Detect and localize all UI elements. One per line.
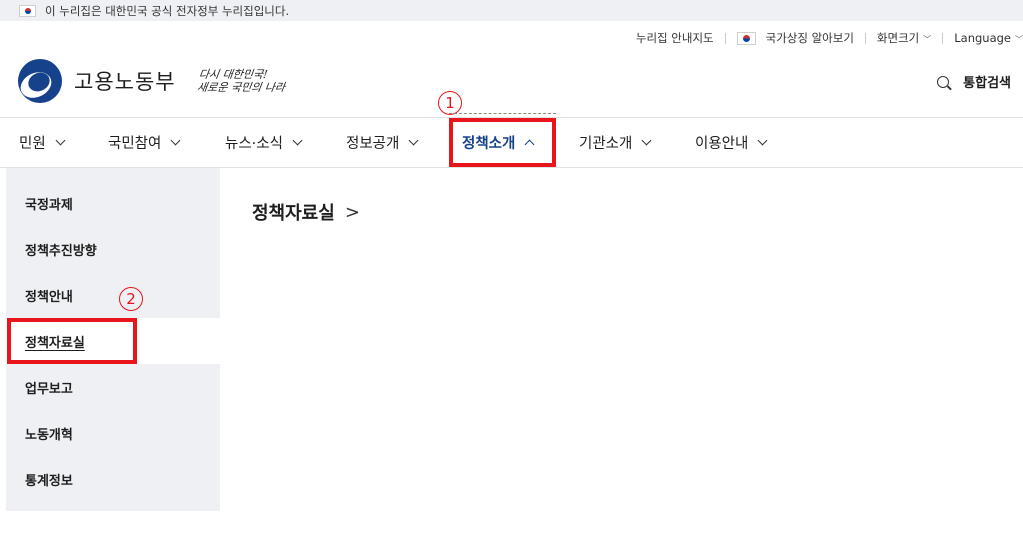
korean-flag-icon (736, 31, 756, 45)
side-item-policy-archive[interactable]: 정책자료실 (6, 318, 220, 364)
language-button[interactable]: Language ﹀ (954, 31, 1023, 45)
gnb-item-label: 국민참여 (108, 136, 162, 152)
gnb-item-participation[interactable]: 국민참여 (108, 118, 181, 167)
page-title[interactable]: 정책자료실 > (252, 199, 360, 225)
chevron-right-icon: > (344, 201, 360, 223)
chevron-down-icon: ﹀ (1015, 35, 1023, 44)
government-emblem-icon (18, 59, 62, 103)
gnb-item-label: 정보공개 (346, 136, 400, 152)
search-icon (937, 75, 950, 88)
utility-bar: 누리집 안내지도 국가상징 알아보기 화면크기 ﹀ Language ﹀ (636, 28, 1023, 48)
side-menu: 국정과제 정책추진방향 정책안내 정책자료실 업무보고 노동개혁 통계정보 (6, 168, 220, 511)
divider (724, 32, 726, 44)
divider (864, 32, 866, 44)
gnb-item-label: 정책소개 (462, 136, 516, 152)
national-symbols-link[interactable]: 국가상징 알아보기 (766, 30, 854, 46)
integrated-search-button[interactable]: 통합검색 (937, 72, 1011, 91)
gnb-item-information-disclosure[interactable]: 정보공개 (346, 118, 419, 167)
gnb-item-label: 기관소개 (579, 136, 633, 152)
korean-flag-icon (19, 4, 36, 17)
slogan-line-1: 다시 대한민국! (197, 68, 269, 81)
side-item-work-report[interactable]: 업무보고 (6, 364, 220, 410)
chevron-down-icon (170, 135, 181, 146)
chevron-down-icon (55, 135, 66, 146)
search-label: 통합검색 (963, 76, 1011, 91)
gnb-item-about-agency[interactable]: 기관소개 (579, 118, 652, 167)
gnb-item-usage-guide[interactable]: 이용안내 (695, 118, 768, 167)
gnb-item-label: 이용안내 (695, 136, 749, 152)
annotation-step-2: 2 (119, 287, 143, 311)
page-title-text: 정책자료실 (252, 203, 335, 224)
chevron-down-icon (757, 135, 768, 146)
gnb-item-label: 뉴스·소식 (225, 136, 283, 152)
chevron-up-icon (524, 139, 535, 150)
chevron-down-icon (408, 135, 419, 146)
main-navigation: 민원 국민참여 뉴스·소식 정보공개 정책소개 기관소개 이용안내 (0, 117, 1023, 168)
gov-official-banner: 이 누리집은 대한민국 공식 전자정부 누리집입니다. (0, 0, 1023, 21)
slogan: 다시 대한민국! 새로운 국민의 나라 (196, 68, 288, 94)
side-item-policy-guide[interactable]: 정책안내 (6, 272, 220, 318)
chevron-down-icon (292, 135, 303, 146)
gov-banner-text: 이 누리집은 대한민국 공식 전자정부 누리집입니다. (45, 3, 290, 18)
side-item-policy-direction[interactable]: 정책추진방향 (6, 226, 220, 272)
side-item-statistics[interactable]: 통계정보 (6, 456, 220, 502)
screen-size-label: 화면크기 (876, 31, 920, 45)
gnb-item-news[interactable]: 뉴스·소식 (225, 118, 303, 167)
gnb-item-civil-service[interactable]: 민원 (19, 118, 66, 167)
gnb-item-label: 민원 (19, 136, 46, 152)
divider (942, 32, 944, 44)
annotation-step-1: 1 (438, 91, 462, 115)
chevron-down-icon: ﹀ (923, 35, 932, 44)
screen-size-button[interactable]: 화면크기 ﹀ (877, 30, 931, 46)
slogan-line-2: 새로운 국민의 나라 (195, 81, 286, 94)
side-item-national-tasks[interactable]: 국정과제 (6, 180, 220, 226)
ministry-name: 고용노동부 (74, 70, 176, 94)
side-item-labor-reform[interactable]: 노동개혁 (6, 410, 220, 456)
sitemap-link[interactable]: 누리집 안내지도 (636, 30, 714, 46)
gnb-item-policy[interactable]: 정책소개 (462, 118, 535, 167)
chevron-down-icon (641, 135, 652, 146)
site-logo[interactable]: 고용노동부 다시 대한민국! 새로운 국민의 나라 (18, 59, 286, 103)
language-label: Language (954, 31, 1011, 45)
